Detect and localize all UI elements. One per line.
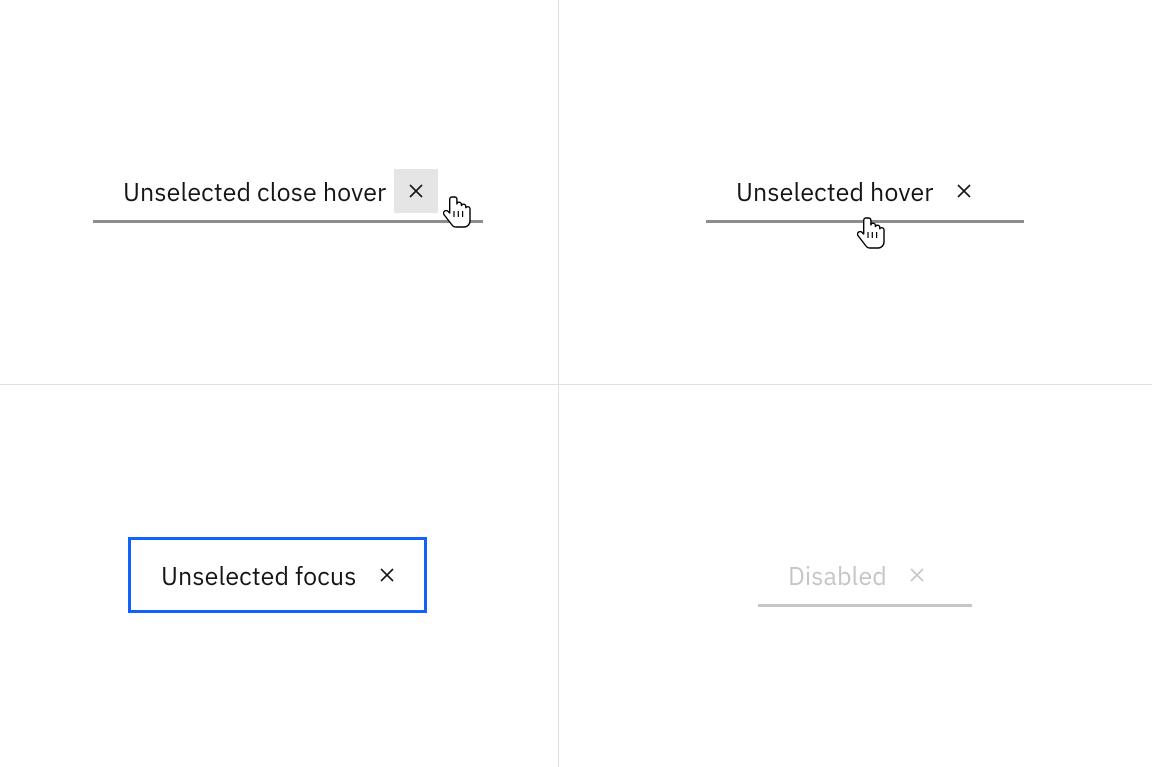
close-button[interactable] xyxy=(394,169,438,213)
tab-label: Unselected hover xyxy=(736,179,934,204)
close-icon xyxy=(908,566,926,584)
tab-underline xyxy=(706,220,1024,223)
close-icon xyxy=(407,182,425,200)
horizontal-divider xyxy=(0,384,1152,385)
close-button[interactable] xyxy=(365,553,409,597)
close-button xyxy=(895,553,939,597)
tab-underline xyxy=(93,220,483,223)
tab-label: Unselected focus xyxy=(161,563,357,588)
close-button[interactable] xyxy=(942,169,986,213)
tab-unselected-close-hover[interactable]: Unselected close hover xyxy=(93,162,483,223)
close-icon xyxy=(378,566,396,584)
tab-unselected-focus[interactable]: Unselected focus xyxy=(131,540,424,610)
tab-underline xyxy=(758,604,972,607)
tab-unselected-hover[interactable]: Unselected hover xyxy=(706,162,1024,223)
tab-disabled: Disabled xyxy=(758,546,972,607)
close-icon xyxy=(955,182,973,200)
tab-label: Disabled xyxy=(788,563,887,588)
tab-label: Unselected close hover xyxy=(123,179,386,204)
